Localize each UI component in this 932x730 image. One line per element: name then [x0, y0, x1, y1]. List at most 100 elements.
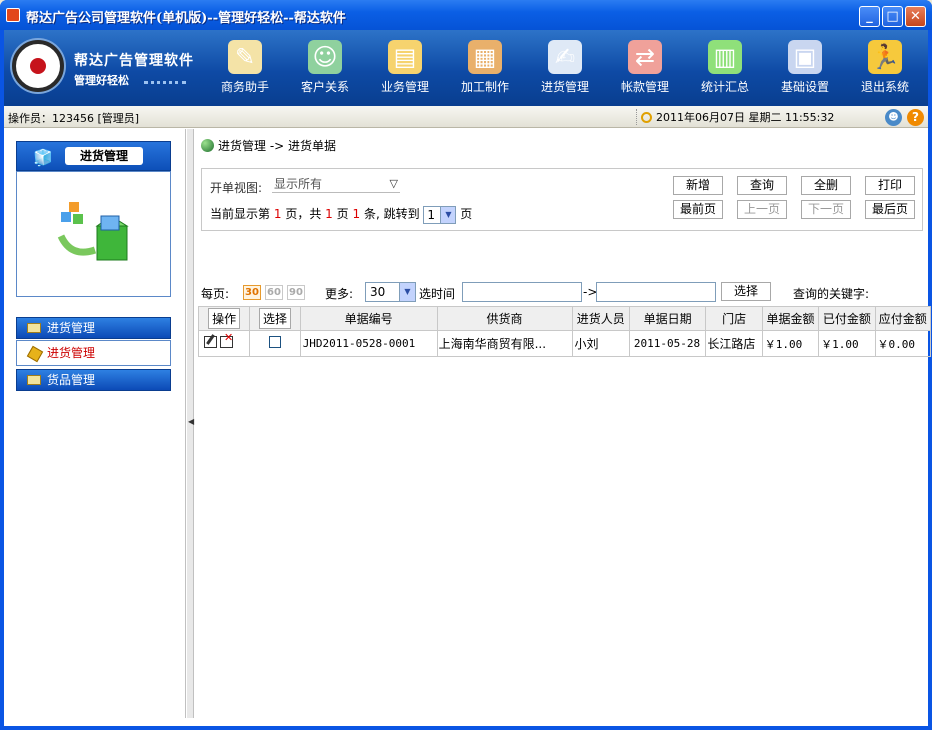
last-page-button[interactable]: 最后页 [865, 200, 915, 219]
page-info-text: 当前显示第 [210, 207, 271, 221]
slogan-arrow-icon [144, 74, 186, 84]
col-header-supplier: 供货商 [436, 306, 573, 331]
nav-item-tuichu[interactable]: 🏃 退出系统 [848, 40, 922, 102]
sidebar-subitem-jinhuo[interactable]: 进货管理 [16, 340, 171, 366]
row-checkbox[interactable] [269, 336, 282, 348]
sidebar-item-huopin[interactable]: 货品管理 [16, 369, 171, 391]
sidebar-item-label: 进货管理 [47, 321, 96, 335]
per-page-60[interactable]: 60 [265, 285, 283, 300]
chart-icon: ▥ [708, 40, 742, 74]
nav-label: 帐款管理 [620, 80, 669, 94]
nav-item-kehu[interactable]: ☺ 客户关系 [288, 40, 362, 102]
nav-label: 加工制作 [460, 80, 509, 94]
next-page-button[interactable]: 下一页 [801, 200, 851, 219]
collapse-arrow-icon[interactable]: ◀ [188, 417, 194, 426]
nav-item-zhangkuan[interactable]: ⇄ 帐款管理 [608, 40, 682, 102]
app-icon [6, 8, 20, 22]
clipboard-icon: ▤ [388, 40, 422, 74]
nav-item-yewu[interactable]: ▤ 业务管理 [368, 40, 442, 102]
nav-item-shangwu[interactable]: ✎ 商务助手 [208, 40, 282, 102]
jump-page-value: 1 [427, 207, 436, 222]
nav-item-tongji[interactable]: ▥ 统计汇总 [688, 40, 762, 102]
sidebar-illustration [16, 171, 171, 297]
view-select-value: 显示所有 [274, 177, 323, 191]
more-select[interactable]: 30 ▼ [365, 282, 416, 302]
nav-label: 基础设置 [780, 80, 829, 94]
page-info-text: 页 [460, 207, 473, 221]
end-time-input[interactable] [596, 282, 716, 302]
nav-item-jiagong[interactable]: ▦ 加工制作 [448, 40, 522, 102]
keyword-label: 查询的关键字: [793, 287, 870, 301]
close-button[interactable]: ✕ [905, 6, 926, 27]
more-label: 更多: [325, 287, 354, 301]
view-select[interactable]: 显示所有 ▽ [272, 175, 400, 193]
brand-name: 帮达广告管理软件 [74, 53, 194, 69]
query-button[interactable]: 查询 [737, 176, 787, 195]
first-page-button[interactable]: 最前页 [673, 200, 723, 219]
sidebar-item-jinhuo[interactable]: 进货管理 [16, 317, 171, 339]
app-window: 帮达广告公司管理软件(单机版)--管理好轻松--帮达软件 _ □ ✕ 帮达广告管… [0, 0, 932, 730]
nav-label: 客户关系 [300, 80, 349, 94]
page-info-text: 条, 跳转到 [363, 207, 420, 221]
col-header-date: 单据日期 [628, 306, 707, 331]
delete-all-button[interactable]: 全删 [801, 176, 851, 195]
table-header-row: 操作 选择 单据编号 供货商 进货人员 单据日期 门店 单据金额 已付金额 应付… [197, 306, 932, 331]
col-header-store: 门店 [705, 306, 763, 331]
cell-due: ￥0.00 [874, 330, 932, 357]
status-toolbar: 操作员：123456 [管理员] 2011年06月07日 星期二 11:55:3… [4, 106, 928, 128]
sidebar-subitem-label: 进货管理 [47, 346, 96, 360]
client-area: 帮达广告管理软件 管理好轻松 ✎ 商务助手 ☺ 客户关系 ▤ 业务管理 ▦ 加工制作 ✍… [4, 30, 932, 726]
cell-id: JHD2011-0528-0001 [299, 330, 438, 357]
sidebar-title: 进货管理 [65, 147, 143, 165]
cell-date: 2011-05-28 [628, 330, 707, 357]
title-bar: 帮达广告公司管理软件(单机版)--管理好轻松--帮达软件 _ □ ✕ [0, 0, 932, 30]
purchase-table: 操作 选择 单据编号 供货商 进货人员 单据日期 门店 单据金额 已付金额 应付… [197, 306, 932, 357]
new-button[interactable]: 新增 [673, 176, 723, 195]
page-info: 当前显示第 1 页，共 1 页 1 条, 跳转到 1 ▼ 页 [210, 205, 472, 224]
page-info-text: 页 [336, 207, 349, 221]
cell-store: 长江路店 [705, 330, 763, 357]
col-header-id: 单据编号 [299, 306, 438, 331]
select-time-button[interactable]: 选择 [721, 282, 771, 301]
breadcrumb-text: 进货管理 -> 进货单据 [218, 139, 337, 153]
col-header-op: 操作 [197, 306, 251, 331]
sidebar-header: 🧊 进货管理 [16, 141, 171, 171]
col-header-select: 选择 [249, 306, 301, 331]
delete-icon[interactable] [220, 332, 233, 348]
chevron-down-icon: ▼ [440, 206, 456, 223]
cell-person: 小刘 [571, 330, 630, 357]
panel-splitter[interactable]: ◀ [187, 129, 194, 718]
nav-item-jinhuo[interactable]: ✍ 进货管理 [528, 40, 602, 102]
table-row[interactable]: JHD2011-0528-0001 上海南华商贸有限... 小刘 2011-05… [197, 330, 932, 357]
help-icon[interactable]: ? [907, 109, 924, 126]
col-header-paid: 已付金额 [818, 306, 876, 331]
per-page-30[interactable]: 30 [243, 285, 261, 300]
print-button[interactable]: 打印 [865, 176, 915, 195]
per-page-90[interactable]: 90 [287, 285, 305, 300]
start-time-input[interactable] [462, 282, 582, 302]
time-label: 选时间 [419, 287, 456, 301]
select-header-button[interactable]: 选择 [259, 308, 292, 329]
nav-item-jichu[interactable]: ▣ 基础设置 [768, 40, 842, 102]
operator-label: 操作员：123456 [管理员] [8, 112, 140, 125]
edit-icon[interactable] [204, 336, 217, 348]
cubes-icon: 🧊 [33, 148, 53, 167]
datetime-text: 2011年06月07日 星期二 11:55:32 [656, 111, 835, 124]
minimize-button[interactable]: _ [859, 6, 880, 27]
total-records: 1 [352, 207, 361, 221]
breadcrumb: 进货管理 -> 进货单据 [201, 137, 336, 154]
box-icon [57, 202, 129, 261]
row-actions [197, 330, 251, 357]
cell-paid: ￥1.00 [818, 330, 876, 357]
folder-icon [27, 375, 41, 385]
user-icon[interactable]: ☻ [885, 109, 902, 126]
pen-paper-icon: ✎ [228, 40, 262, 74]
nav-label: 退出系统 [860, 80, 909, 94]
globe-icon [201, 139, 214, 152]
op-header-button[interactable]: 操作 [208, 308, 241, 329]
jump-page-select[interactable]: 1 ▼ [423, 205, 457, 224]
maximize-button[interactable]: □ [882, 6, 903, 27]
prev-page-button[interactable]: 上一页 [737, 200, 787, 219]
page-info-text: 页，共 [285, 207, 322, 221]
col-header-due: 应付金额 [874, 306, 932, 331]
